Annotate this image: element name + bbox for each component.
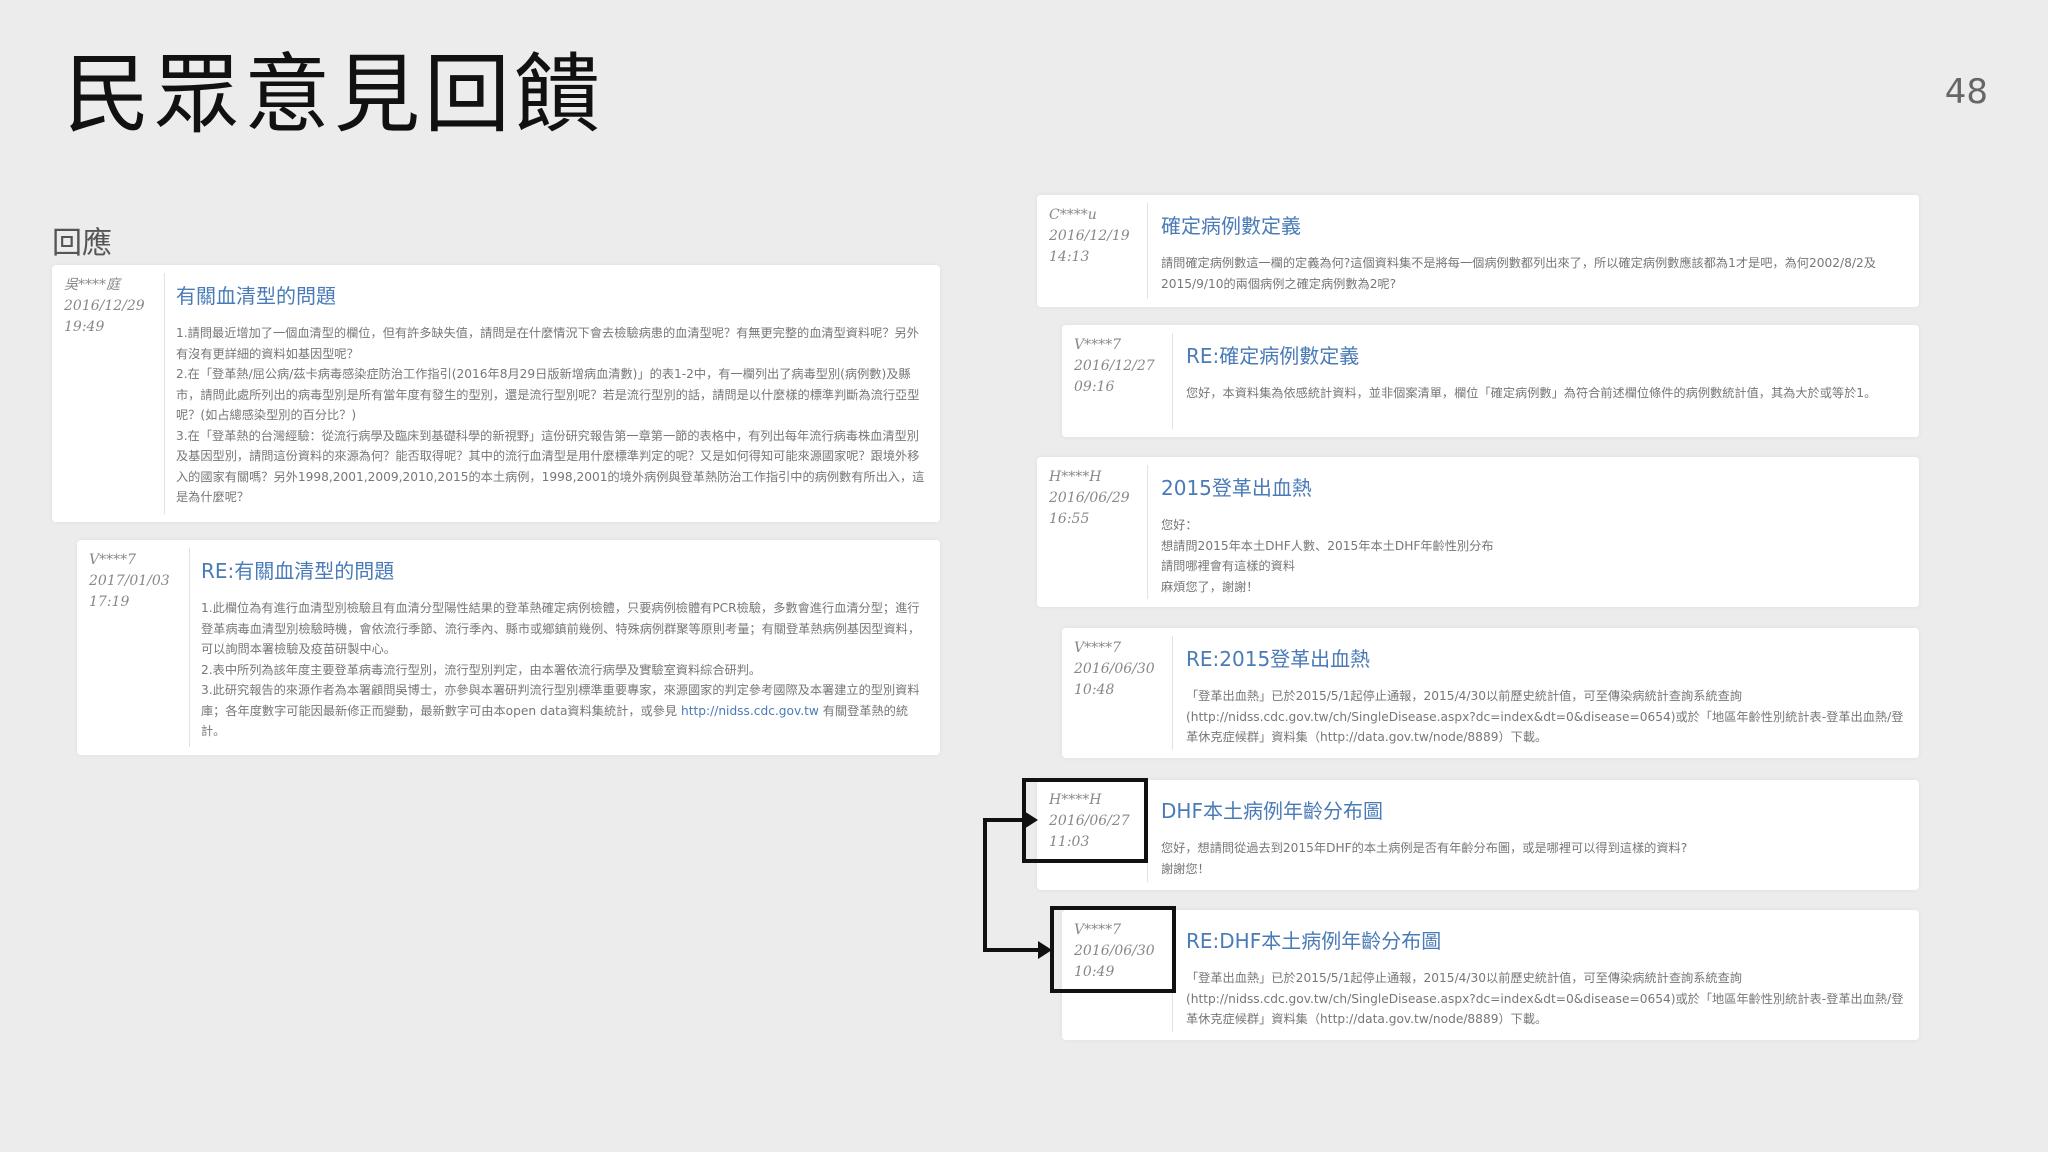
- arrowhead: [1038, 941, 1052, 959]
- connector-arrow: [983, 811, 1052, 959]
- connector-line: [983, 818, 1042, 952]
- arrowhead: [1024, 811, 1038, 829]
